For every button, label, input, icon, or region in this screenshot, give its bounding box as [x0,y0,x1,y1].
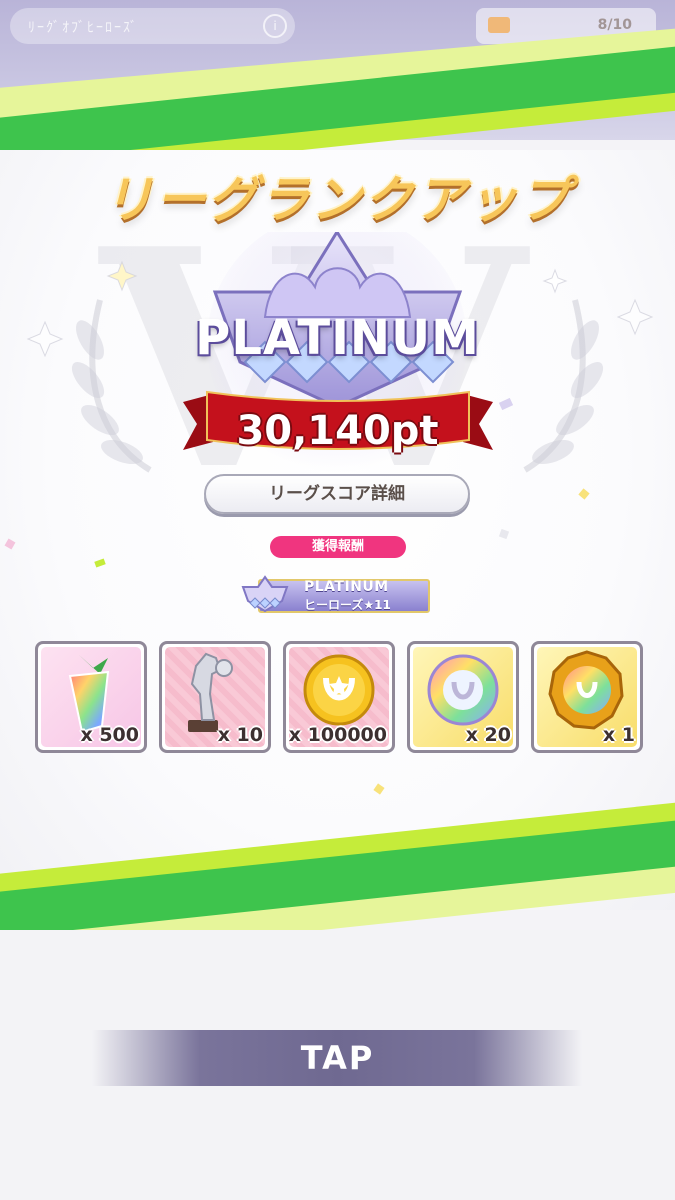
title-chip-line2: ヒーローズ★11 [304,598,391,612]
reward-item[interactable]: x 1 [531,641,643,753]
reward-qty: x 1 [602,724,635,746]
reward-item[interactable]: x 20 [407,641,519,753]
reward-item[interactable]: x 100000 [283,641,395,753]
rank-points: 30,140pt [236,408,439,454]
tap-prompt[interactable]: TAP [0,1039,675,1077]
reward-qty: x 10 [217,724,263,746]
rank-up-title: リーグランクアップ [103,171,572,229]
reward-item[interactable]: x 10 [159,641,271,753]
reward-qty: x 500 [80,724,139,746]
rank-name: PLATINUM [195,310,480,366]
reward-item[interactable]: x 500 [35,641,147,753]
reward-heading: 獲得報酬 [270,536,406,558]
reward-qty: x 100000 [288,724,387,746]
reward-qty: x 20 [465,724,511,746]
platinum-emblem-icon [241,575,289,613]
title-reward-chip[interactable]: PLATINUM ヒーローズ★11 [240,575,435,617]
league-score-detail-button[interactable]: リーグスコア詳細 [204,474,470,514]
title-chip-line1: PLATINUM [304,579,389,595]
